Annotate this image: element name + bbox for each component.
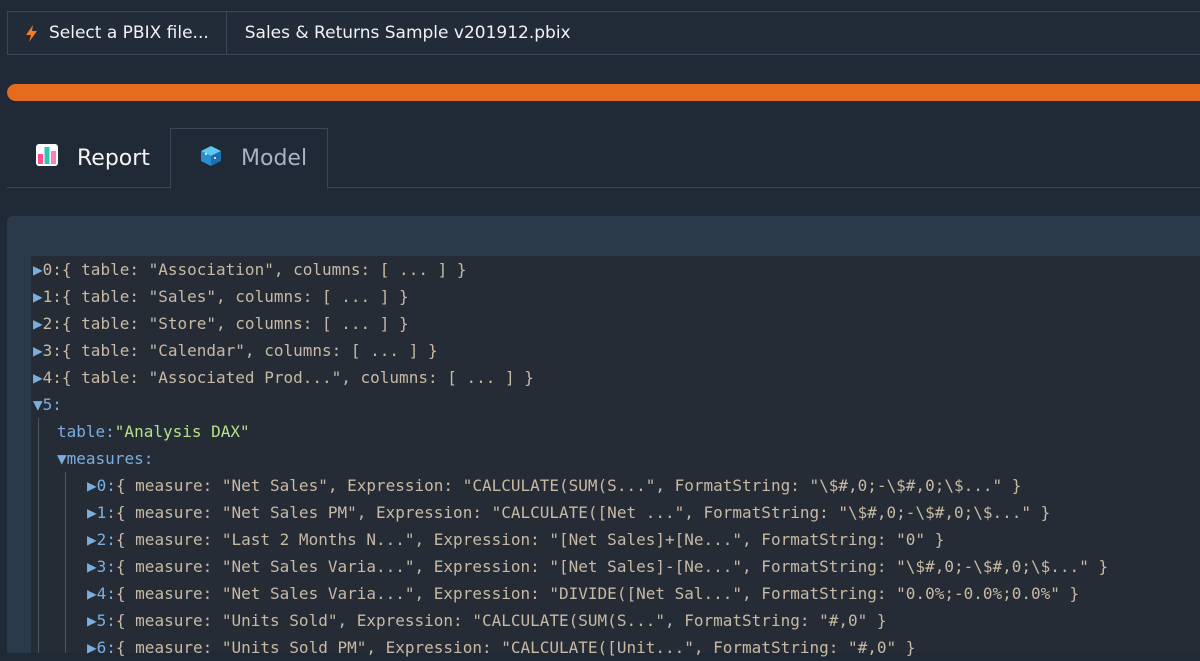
tree-row-measure-5[interactable]: ▶5:{ measure: "Units Sold", Expression: …: [87, 607, 887, 634]
tree-key: table:: [57, 422, 115, 441]
tree-summary: { measure: "Units Sold PM", Expression: …: [115, 638, 916, 657]
tree-guide-line: [38, 418, 39, 653]
tree-key: 2:: [42, 314, 62, 333]
file-bar: Select a PBIX file... Sales & Returns Sa…: [7, 11, 1200, 55]
tree-key: measures:: [66, 449, 154, 468]
tree-summary: { table: "Associated Prod...", columns: …: [61, 368, 534, 387]
expand-arrow-icon[interactable]: ▶: [33, 314, 43, 333]
progress-bar: [7, 84, 1200, 101]
expand-arrow-icon[interactable]: ▶: [87, 530, 97, 549]
expand-arrow-icon[interactable]: ▶: [87, 638, 97, 657]
tree-string-value: "Analysis DAX": [114, 422, 250, 441]
tab-report[interactable]: Report: [7, 128, 170, 188]
tree-key: 0:: [96, 476, 116, 495]
tree-row-table-4[interactable]: ▶4:{ table: "Associated Prod...", column…: [33, 364, 534, 391]
model-panel: ▶0:{ table: "Association", columns: [ ..…: [7, 216, 1200, 657]
select-pbix-button[interactable]: Select a PBIX file...: [8, 12, 227, 54]
tree-key: 3:: [96, 557, 116, 576]
tree-key: 1:: [96, 503, 116, 522]
bar-chart-icon: [35, 143, 59, 173]
tree-key: 0:: [42, 260, 62, 279]
expand-arrow-icon[interactable]: ▶: [87, 611, 97, 630]
tree-row-measure-2[interactable]: ▶2:{ measure: "Last 2 Months N...", Expr…: [87, 526, 944, 553]
tree-summary: { measure: "Net Sales", Expression: "CAL…: [115, 476, 1022, 495]
collapse-arrow-icon[interactable]: ▼: [33, 395, 43, 414]
tree-row-table-3[interactable]: ▶3:{ table: "Calendar", columns: [ ... ]…: [33, 337, 438, 364]
tree-summary: { table: "Association", columns: [ ... ]…: [61, 260, 467, 279]
tree-key: 2:: [96, 530, 116, 549]
tree-key: 5:: [96, 611, 116, 630]
tree-summary: { measure: "Last 2 Months N...", Express…: [115, 530, 945, 549]
tree-key: 5:: [42, 395, 62, 414]
tree-key: 6:: [96, 638, 116, 657]
expand-arrow-icon[interactable]: ▶: [87, 584, 97, 603]
tab-report-label: Report: [77, 145, 150, 171]
expand-arrow-icon[interactable]: ▶: [33, 287, 43, 306]
tab-bar: Report Model: [7, 128, 1200, 189]
tree-summary: { measure: "Units Sold", Expression: "CA…: [115, 611, 887, 630]
collapse-arrow-icon[interactable]: ▼: [57, 449, 67, 468]
expand-arrow-icon[interactable]: ▶: [33, 260, 43, 279]
tree-row-measure-1[interactable]: ▶1:{ measure: "Net Sales PM", Expression…: [87, 499, 1050, 526]
expand-arrow-icon[interactable]: ▶: [87, 503, 97, 522]
tree-summary: { table: "Sales", columns: [ ... ] }: [61, 287, 409, 306]
expand-arrow-icon[interactable]: ▶: [33, 341, 43, 360]
tree-summary: { measure: "Net Sales PM", Expression: "…: [115, 503, 1051, 522]
file-name: Sales & Returns Sample v201912.pbix: [244, 23, 571, 43]
tree-guide-line: [65, 472, 66, 653]
tab-model-label: Model: [241, 146, 308, 171]
tree-summary: { measure: "Net Sales Varia...", Express…: [115, 557, 1109, 576]
tree-key: 3:: [42, 341, 62, 360]
tree-row-measure-3[interactable]: ▶3:{ measure: "Net Sales Varia...", Expr…: [87, 553, 1108, 580]
tree-summary: { table: "Calendar", columns: [ ... ] }: [61, 341, 438, 360]
tree-row-measures[interactable]: ▼measures:: [57, 445, 153, 472]
tree-summary: { table: "Store", columns: [ ... ] }: [61, 314, 409, 333]
tree-row-measure-0[interactable]: ▶0:{ measure: "Net Sales", Expression: "…: [87, 472, 1021, 499]
lightning-icon: [26, 24, 37, 42]
tree-row-measure-6[interactable]: ▶6:{ measure: "Units Sold PM", Expressio…: [87, 634, 915, 661]
tree-row-table-2[interactable]: ▶2:{ table: "Store", columns: [ ... ] }: [33, 310, 409, 337]
tree-row-table-1[interactable]: ▶1:{ table: "Sales", columns: [ ... ] }: [33, 283, 409, 310]
tree-summary: { measure: "Net Sales Varia...", Express…: [115, 584, 1080, 603]
tree-key: 1:: [42, 287, 62, 306]
tree-key: 4:: [96, 584, 116, 603]
expand-arrow-icon[interactable]: ▶: [87, 557, 97, 576]
expand-arrow-icon[interactable]: ▶: [33, 368, 43, 387]
tree-row-table-0[interactable]: ▶0:{ table: "Association", columns: [ ..…: [33, 256, 466, 283]
tab-model[interactable]: Model: [170, 128, 328, 189]
progress-fill: [7, 84, 1200, 101]
tree-row-table-name: table:"Analysis DAX": [57, 418, 250, 445]
tree-row-measure-4[interactable]: ▶4:{ measure: "Net Sales Varia...", Expr…: [87, 580, 1079, 607]
tree-row-table-5[interactable]: ▼5:: [33, 391, 62, 418]
select-pbix-label: Select a PBIX file...: [49, 23, 209, 43]
expand-arrow-icon[interactable]: ▶: [87, 476, 97, 495]
json-tree: ▶0:{ table: "Association", columns: [ ..…: [31, 256, 1200, 657]
tree-key: 4:: [42, 368, 62, 387]
cube-icon: [199, 144, 223, 174]
